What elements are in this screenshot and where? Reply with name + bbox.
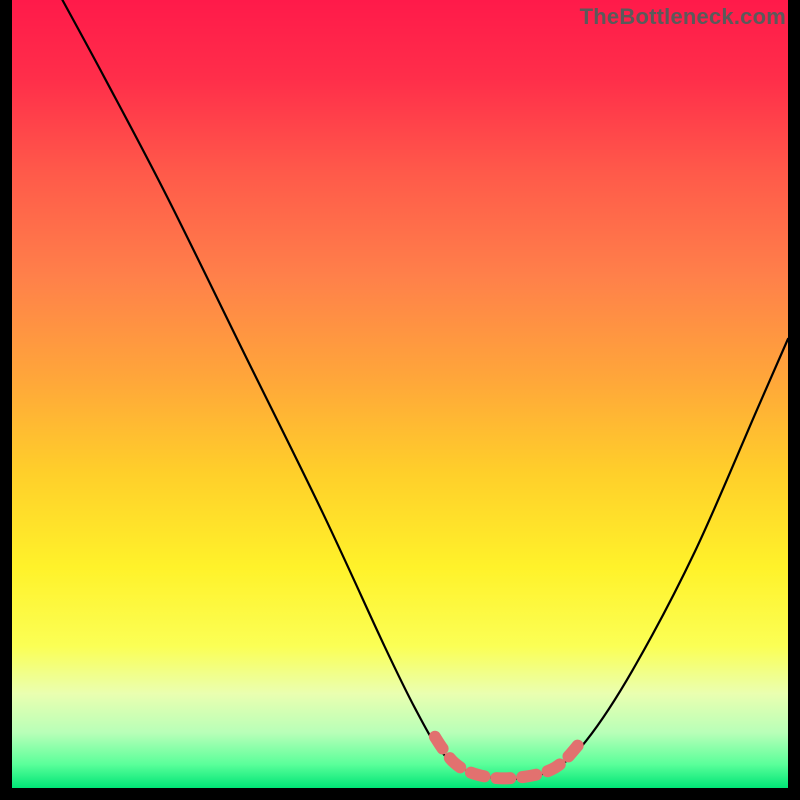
gradient-background (12, 0, 788, 788)
chart-svg (12, 0, 788, 788)
chart-plot-area (12, 0, 788, 788)
watermark-text: TheBottleneck.com (580, 4, 786, 30)
